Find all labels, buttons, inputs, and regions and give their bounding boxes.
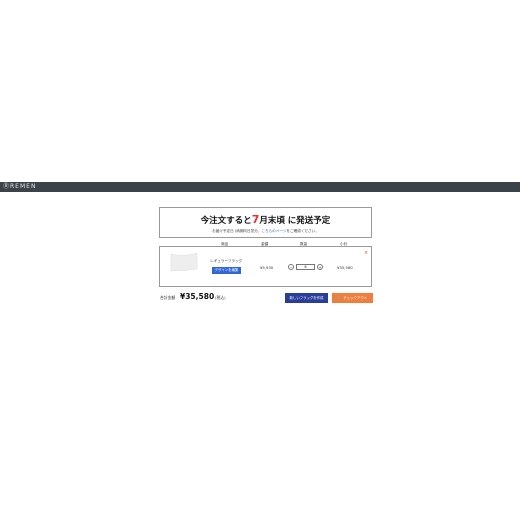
shipping-title-suffix: 月末頃 に発送予定 [259,216,331,226]
edit-design-button[interactable]: デザインを編集 [212,267,241,274]
cart-item-row: レギュラーフラッグ デザインを編集 ¥5,930 − + ¥35,580 × [159,246,372,287]
shipping-subtext: お届け予定日 (納期向日您分、こちらのページをご確認ください。 [160,229,371,234]
tax-note: (税込) [215,295,226,300]
item-subtotal: ¥35,580 [337,265,353,270]
site-header: ⓇREMEN [0,182,520,192]
checkout-button[interactable]: 🛒チェックアウト [332,293,373,303]
logo-mark-icon: Ⓡ [3,183,11,190]
quantity-increase-button[interactable]: + [317,264,323,270]
remove-item-icon[interactable]: × [364,251,368,256]
shipping-sub-suffix: をご確認ください。 [286,229,319,233]
checkout-label: チェックアウト [343,296,368,300]
flag-thumbnail[interactable] [170,252,198,272]
brand-logo[interactable]: ⓇREMEN [3,183,36,191]
brand-name: REMEN [10,183,37,190]
quantity-input[interactable] [296,264,315,270]
shipping-notice: 今注文すると7月末頃 に発送予定 お届け予定日 (納期向日您分、こちらのページを… [159,207,372,238]
quantity-decrease-button[interactable]: − [288,264,294,270]
item-price: ¥5,930 [260,265,274,270]
cart-icon: 🛒 [337,296,343,300]
total-label: 合計金額 [160,295,176,300]
create-new-flag-button[interactable]: 新しいフラッグを作成 [285,293,328,303]
shipping-title: 今注文すると7月末頃 に発送予定 [160,213,371,226]
total-amount: ¥35,580 [180,292,215,301]
product-name[interactable]: レギュラーフラッグ [210,259,242,264]
shipping-info-link[interactable]: こちらのページ [261,229,286,233]
shipping-sub-prefix: お届け予定日 (納期向日您分、 [212,229,262,233]
shipping-title-prefix: 今注文すると [200,216,252,226]
